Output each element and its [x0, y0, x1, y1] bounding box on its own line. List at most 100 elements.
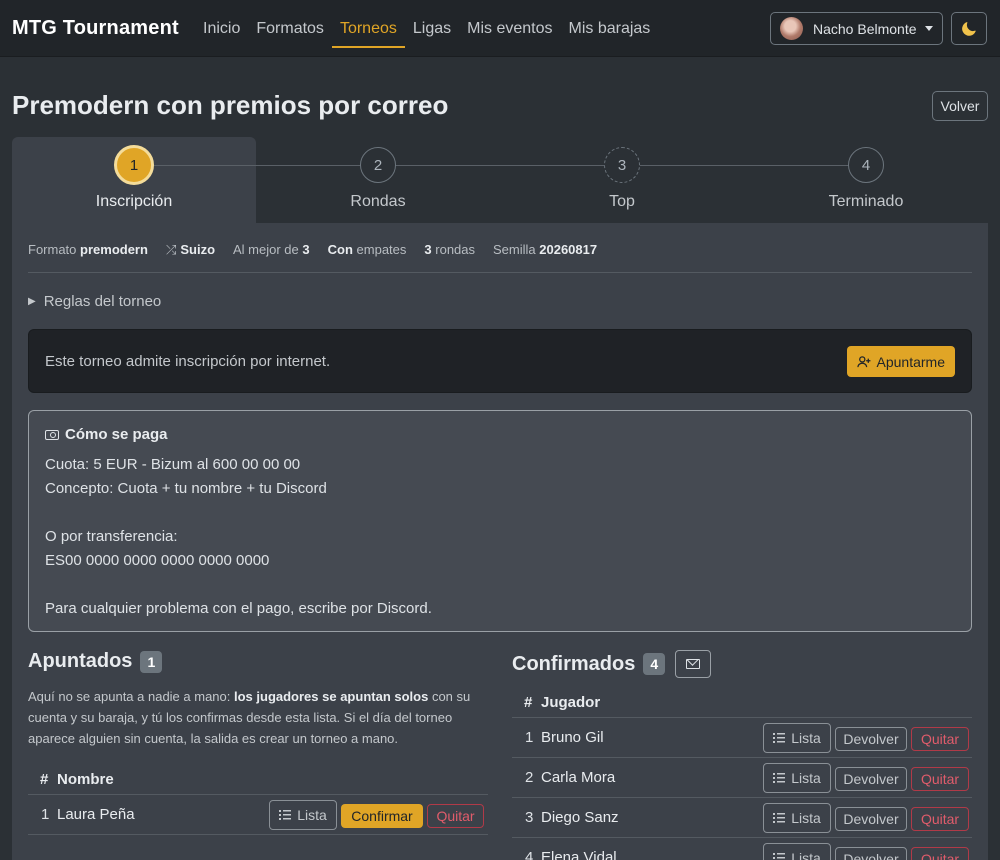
step-top[interactable]: 3 Top	[500, 147, 744, 211]
player-name: Diego Sanz	[541, 809, 619, 826]
table-row: 1 Bruno Gil Lista Devolver Quitar	[512, 718, 972, 758]
triangle-right-icon: ▶	[28, 296, 36, 307]
moon-icon	[962, 21, 976, 36]
signup-button[interactable]: Apuntarme	[846, 346, 955, 377]
apuntados-table-header: # Nombre	[28, 763, 488, 795]
col-player: Jugador	[541, 694, 601, 711]
step-terminado[interactable]: 4 Terminado	[744, 147, 988, 211]
row-number: 1	[525, 729, 534, 746]
table-row: 4 Elena Vidal Lista Devolver Quitar	[512, 838, 972, 860]
payment-title: Cómo se paga	[45, 426, 168, 443]
row-number: 2	[525, 769, 534, 786]
apuntados-title: Apuntados 1	[28, 650, 163, 673]
list-button[interactable]: Lista	[269, 800, 337, 830]
return-button[interactable]: Devolver	[835, 727, 907, 751]
player-name: Carla Mora	[541, 769, 616, 786]
envelope-icon	[686, 659, 701, 669]
rules-toggle[interactable]: ▶ Reglas del torneo	[28, 293, 161, 310]
payment-line: Concepto: Cuota + tu nombre + tu Discord	[45, 480, 327, 497]
list-button[interactable]: Lista	[763, 803, 831, 833]
step-label: Terminado	[828, 193, 904, 210]
meta-draws: Con empates	[327, 242, 407, 257]
step-number: 2	[360, 147, 396, 183]
step-label: Inscripción	[95, 193, 173, 210]
cash-icon	[45, 429, 59, 440]
list-button[interactable]: Lista	[763, 763, 831, 793]
avatar	[780, 17, 803, 40]
step-label: Top	[609, 193, 635, 210]
list-icon	[773, 813, 786, 823]
table-row: 3 Diego Sanz Lista Devolver Quitar	[512, 798, 972, 838]
remove-button[interactable]: Quitar	[911, 767, 969, 791]
payment-line: Cuota: 5 EUR - Bizum al 600 00 00 00	[45, 456, 301, 473]
list-icon	[773, 733, 786, 743]
player-name: Bruno Gil	[541, 729, 604, 746]
apuntados-note: Aquí no se apunta a nadie a mano: los ju…	[28, 689, 471, 746]
payment-info-box: Cómo se paga Cuota: 5 EUR - Bizum al 600…	[28, 410, 972, 632]
col-name: Nombre	[57, 771, 114, 788]
confirmados-table-header: # Jugador	[512, 686, 972, 718]
meta-format: Formato premodern	[28, 242, 148, 257]
nav-link-mis-eventos[interactable]: Mis eventos	[459, 0, 560, 47]
payment-line: ES00 0000 0000 0000 0000 0000	[45, 552, 270, 569]
nav-link-mis-barajas[interactable]: Mis barajas	[560, 0, 658, 47]
remove-button[interactable]: Quitar	[911, 727, 969, 751]
brand-logo[interactable]: MTG Tournament	[12, 17, 179, 40]
tournament-meta: Formato premodern ⤮ Suizo Al mejor de 3 C…	[28, 242, 597, 258]
nav-links: Inicio Formatos Torneos Ligas Mis evento…	[195, 0, 658, 57]
payment-line: Para cualquier problema con el pago, esc…	[45, 600, 432, 617]
list-icon	[773, 853, 786, 860]
list-button[interactable]: Lista	[763, 843, 831, 860]
list-icon	[773, 773, 786, 783]
signup-text: Este torneo admite inscripción por inter…	[45, 353, 331, 370]
step-rondas[interactable]: 2 Rondas	[256, 147, 500, 211]
meta-best-of: Al mejor de 3	[233, 242, 310, 257]
back-button[interactable]: Volver	[932, 91, 988, 121]
col-number: #	[524, 694, 533, 711]
confirmados-title: Confirmados 4	[512, 650, 712, 678]
step-number: 1	[114, 145, 154, 185]
col-number: #	[40, 771, 49, 788]
navbar: MTG Tournament Inicio Formatos Torneos L…	[0, 0, 1000, 57]
return-button[interactable]: Devolver	[835, 847, 907, 860]
nav-link-ligas[interactable]: Ligas	[405, 0, 459, 47]
shuffle-icon: ⤮	[165, 242, 177, 257]
theme-toggle-button[interactable]	[951, 12, 987, 45]
step-inscripcion[interactable]: 1 Inscripción	[12, 145, 256, 211]
step-label: Rondas	[350, 193, 406, 210]
nav-link-torneos[interactable]: Torneos	[331, 0, 405, 48]
meta-rounds: 3 rondas	[424, 242, 476, 257]
list-button[interactable]: Lista	[763, 723, 831, 753]
step-number: 4	[848, 147, 884, 183]
tournament-card: Formato premodern ⤮ Suizo Al mejor de 3 C…	[12, 223, 988, 860]
step-number: 3	[604, 147, 640, 183]
return-button[interactable]: Devolver	[835, 767, 907, 791]
user-menu-dropdown[interactable]: Nacho Belmonte	[770, 12, 943, 45]
table-row: 2 Carla Mora Lista Devolver Quitar	[512, 758, 972, 798]
meta-seed: Semilla 20260817	[493, 242, 598, 257]
table-row: 1 Laura Peña Lista Confirmar Quitar	[28, 795, 488, 835]
remove-button[interactable]: Quitar	[911, 807, 969, 831]
nav-link-formatos[interactable]: Formatos	[248, 0, 332, 47]
row-number: 3	[525, 809, 534, 826]
list-icon	[279, 810, 292, 820]
return-button[interactable]: Devolver	[835, 807, 907, 831]
signup-alert: Este torneo admite inscripción por inter…	[28, 329, 972, 393]
meta-pairing: ⤮ Suizo	[165, 242, 216, 257]
nav-link-inicio[interactable]: Inicio	[195, 0, 248, 47]
confirm-button[interactable]: Confirmar	[341, 804, 423, 828]
payment-line: O por transferencia:	[45, 528, 178, 545]
row-number: 4	[525, 849, 534, 860]
divider	[28, 272, 972, 273]
remove-button[interactable]: Quitar	[427, 804, 484, 828]
caret-down-icon	[925, 26, 933, 31]
tournament-stepper: 1 Inscripción 2 Rondas 3 Top 4 Terminado	[12, 137, 988, 223]
user-name: Nacho Belmonte	[813, 20, 917, 37]
email-players-button[interactable]	[675, 650, 712, 678]
person-plus-icon	[856, 355, 870, 367]
count-badge: 1	[140, 650, 163, 673]
player-name: Laura Peña	[57, 806, 135, 823]
row-number: 1	[41, 806, 50, 823]
remove-button[interactable]: Quitar	[911, 847, 969, 860]
page-title: Premodern con premios por correo	[12, 90, 449, 120]
